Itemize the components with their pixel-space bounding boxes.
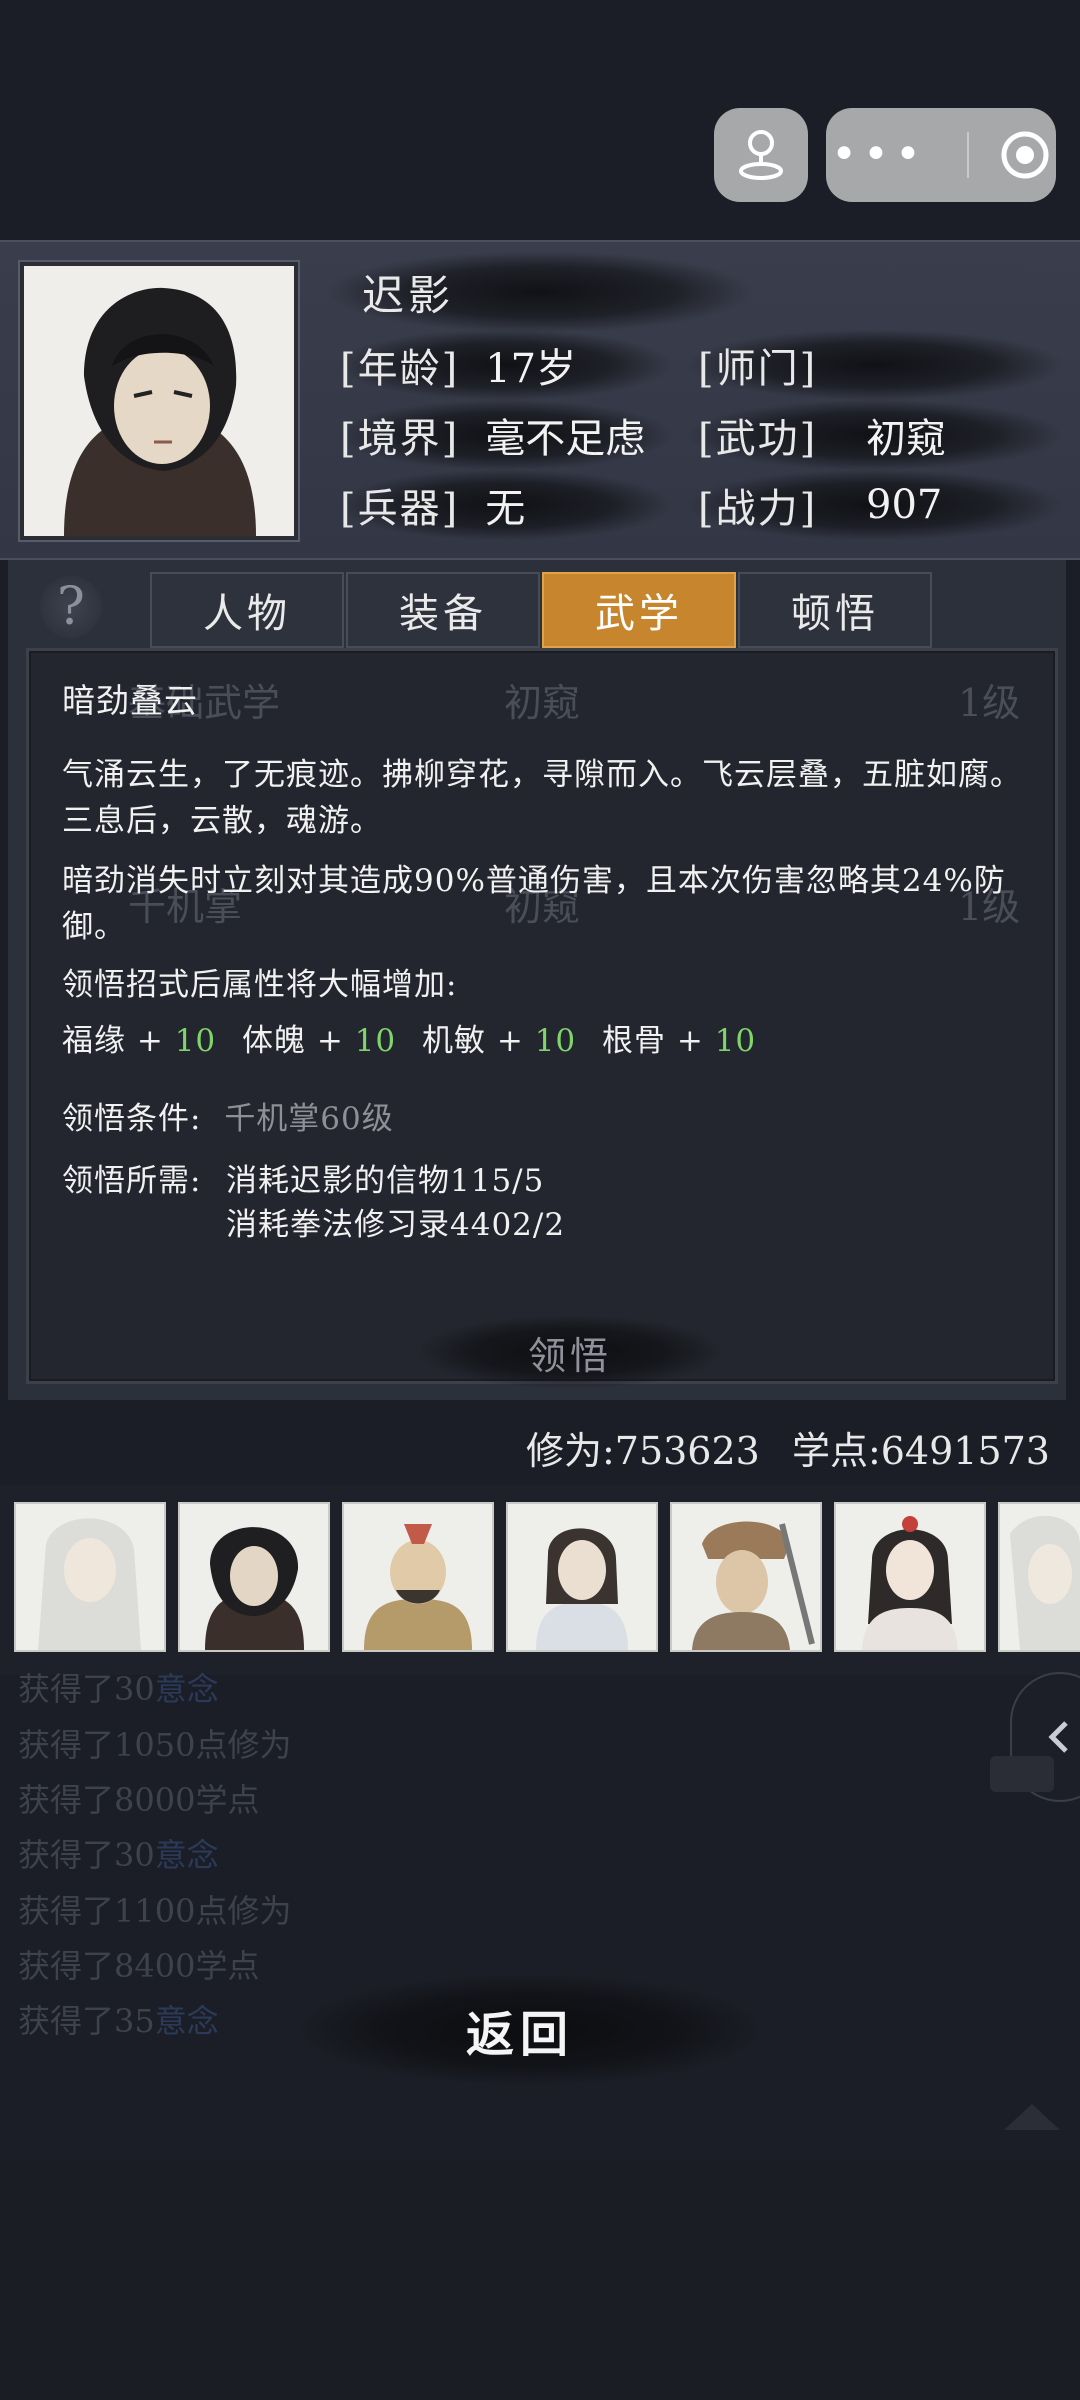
sect-label: [师门]: [698, 346, 818, 392]
xiuwei-value: 753623: [614, 1429, 760, 1473]
lower-background: [0, 2160, 1080, 2400]
tab-martial-arts[interactable]: 武学: [542, 572, 736, 648]
realm-value: 毫不足虑: [485, 416, 646, 462]
info-row-weapon: [兵器] 无 [战力] 907: [340, 470, 1060, 540]
help-icon[interactable]: ?: [40, 576, 102, 638]
xuedian-value: 6491573: [880, 1429, 1050, 1473]
resource-stats: 修为:753623 学点:6491573: [526, 1420, 1050, 1475]
log-item: 获得了8000学点: [18, 1781, 260, 1819]
martial-value: 初窥: [866, 416, 946, 462]
character-portrait: [20, 262, 298, 540]
log-item: 获得了30意念: [18, 1836, 219, 1874]
log-item: 获得了1050点修为: [18, 1726, 292, 1764]
log-item: 获得了35意念: [18, 2002, 219, 2040]
bonus-tipo: 体魄 + 10: [242, 1023, 397, 1059]
condition-row: 领悟条件: 千机掌60级: [62, 1096, 1032, 1142]
joystick-icon: [739, 130, 783, 180]
cost-item-1: 消耗迟影的信物115/5: [226, 1163, 545, 1199]
info-row-age: [年龄] 17岁 [师门]: [340, 330, 1060, 400]
side-widget: [990, 1756, 1054, 1792]
profile-info: [年龄] 17岁 [师门] [境界] 毫不足虑 [武功] 初窥 [兵器] 无 […: [340, 330, 1060, 540]
condition-label: 领悟条件:: [62, 1101, 202, 1137]
close-mini-program-icon[interactable]: [999, 129, 1051, 181]
character-card[interactable]: [178, 1502, 330, 1652]
power-label: [战力]: [698, 486, 818, 532]
log-item: 获得了8400学点: [18, 1947, 260, 1985]
skill-effect: 暗劲消失时立刻对其造成90%普通伤害，且本次伤害忽略其24%防御。: [62, 863, 1006, 945]
weapon-value: 无: [485, 486, 526, 532]
comprehend-button[interactable]: 领悟: [470, 1320, 670, 1384]
bonus-jimin: 机敏 + 10: [422, 1023, 577, 1059]
bonus-list: 福缘 + 10 体魄 + 10 机敏 + 10 根骨 + 10: [62, 1018, 1032, 1064]
xuedian-label: 学点:: [791, 1429, 881, 1473]
tab-character[interactable]: 人物: [150, 572, 344, 648]
tab-equipment[interactable]: 装备: [346, 572, 540, 648]
character-card[interactable]: [506, 1502, 658, 1652]
condition-value: 千机掌60级: [224, 1101, 394, 1137]
game-center-button[interactable]: [714, 108, 808, 202]
bonus-gengu: 根骨 + 10: [602, 1023, 757, 1059]
power-value: 907: [866, 482, 943, 528]
more-icon[interactable]: •••: [831, 133, 927, 177]
info-row-realm: [境界] 毫不足虑 [武功] 初窥: [340, 400, 1060, 470]
xiuwei-label: 修为:: [525, 1429, 615, 1473]
character-card[interactable]: [14, 1502, 166, 1652]
chevron-left-icon: [1048, 1721, 1068, 1753]
back-button[interactable]: 返回: [320, 1990, 720, 2070]
decorative-triangle: [1004, 2104, 1060, 2130]
age-label: [年龄]: [340, 346, 460, 392]
character-card[interactable]: [998, 1502, 1080, 1652]
log-item: 获得了30意念: [18, 1670, 219, 1708]
character-card[interactable]: [342, 1502, 494, 1652]
age-value: 17岁: [485, 346, 577, 392]
weapon-label: [兵器]: [340, 486, 460, 532]
tab-enlightenment[interactable]: 顿悟: [738, 572, 932, 648]
character-name: 迟影: [362, 271, 455, 320]
skill-description: 气涌云生，了无痕迹。拂柳穿花，寻隙而入。飞云层叠，五脏如腐。三息后，云散，魂游。: [62, 757, 1022, 839]
bonus-header: 领悟招式后属性将大幅增加:: [62, 967, 458, 1003]
realm-label: [境界]: [340, 416, 460, 462]
martial-label: [武功]: [698, 416, 818, 462]
capsule-menu: •••: [826, 108, 1056, 202]
cost-item-2: 消耗拳法修习录4402/2: [226, 1207, 566, 1243]
character-card[interactable]: [834, 1502, 986, 1652]
log-item: 获得了1100点修为: [18, 1892, 292, 1930]
character-card[interactable]: [670, 1502, 822, 1652]
bonus-fuyuan: 福缘 + 10: [62, 1023, 217, 1059]
skill-title: 暗劲叠云: [62, 681, 198, 720]
